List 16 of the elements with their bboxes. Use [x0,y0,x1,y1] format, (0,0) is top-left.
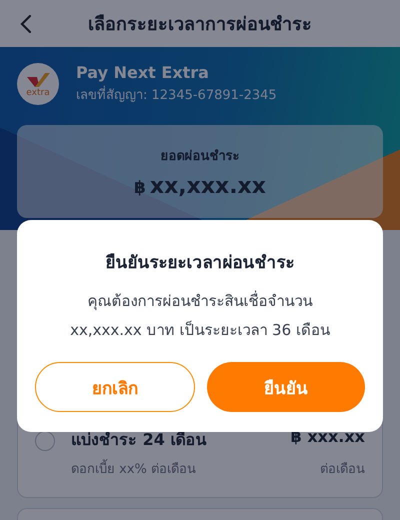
confirm-button[interactable]: ยืนยัน [207,362,365,412]
currency-symbol: ฿ [134,178,146,198]
per-month-label: ต่อเดือน [320,461,365,479]
logo-icon: extra [17,63,59,105]
option-title: แบ่งชำระ 24 เดือน [71,429,206,451]
option-amount: ฿ xxx.xx [290,427,365,448]
summary-label: ยอดผ่อนชำระ [160,148,240,166]
cancel-button[interactable]: ยกเลิก [35,362,195,412]
back-icon[interactable] [20,13,34,35]
contract-number: เลขที่สัญญา: 12345-67891-2345 [76,84,277,105]
page-title: เลือกระยะเวลาการผ่อนชำระ [88,13,312,37]
dialog-message: คุณต้องการผ่อนชำระสินเชื่อจำนวน xx,xxx.xx บาท เป็นระยะเวลา 36 เดือน [70,290,330,341]
dialog-title: ยืนยันระยะเวลาผ่อนชำระ [106,252,294,275]
account-name: Pay Next Extra [76,63,210,82]
interest-rate: ดอกเบี้ย xx% ต่อเดือน [71,458,196,479]
summary-amount: xx,xxx.xx [150,174,266,198]
